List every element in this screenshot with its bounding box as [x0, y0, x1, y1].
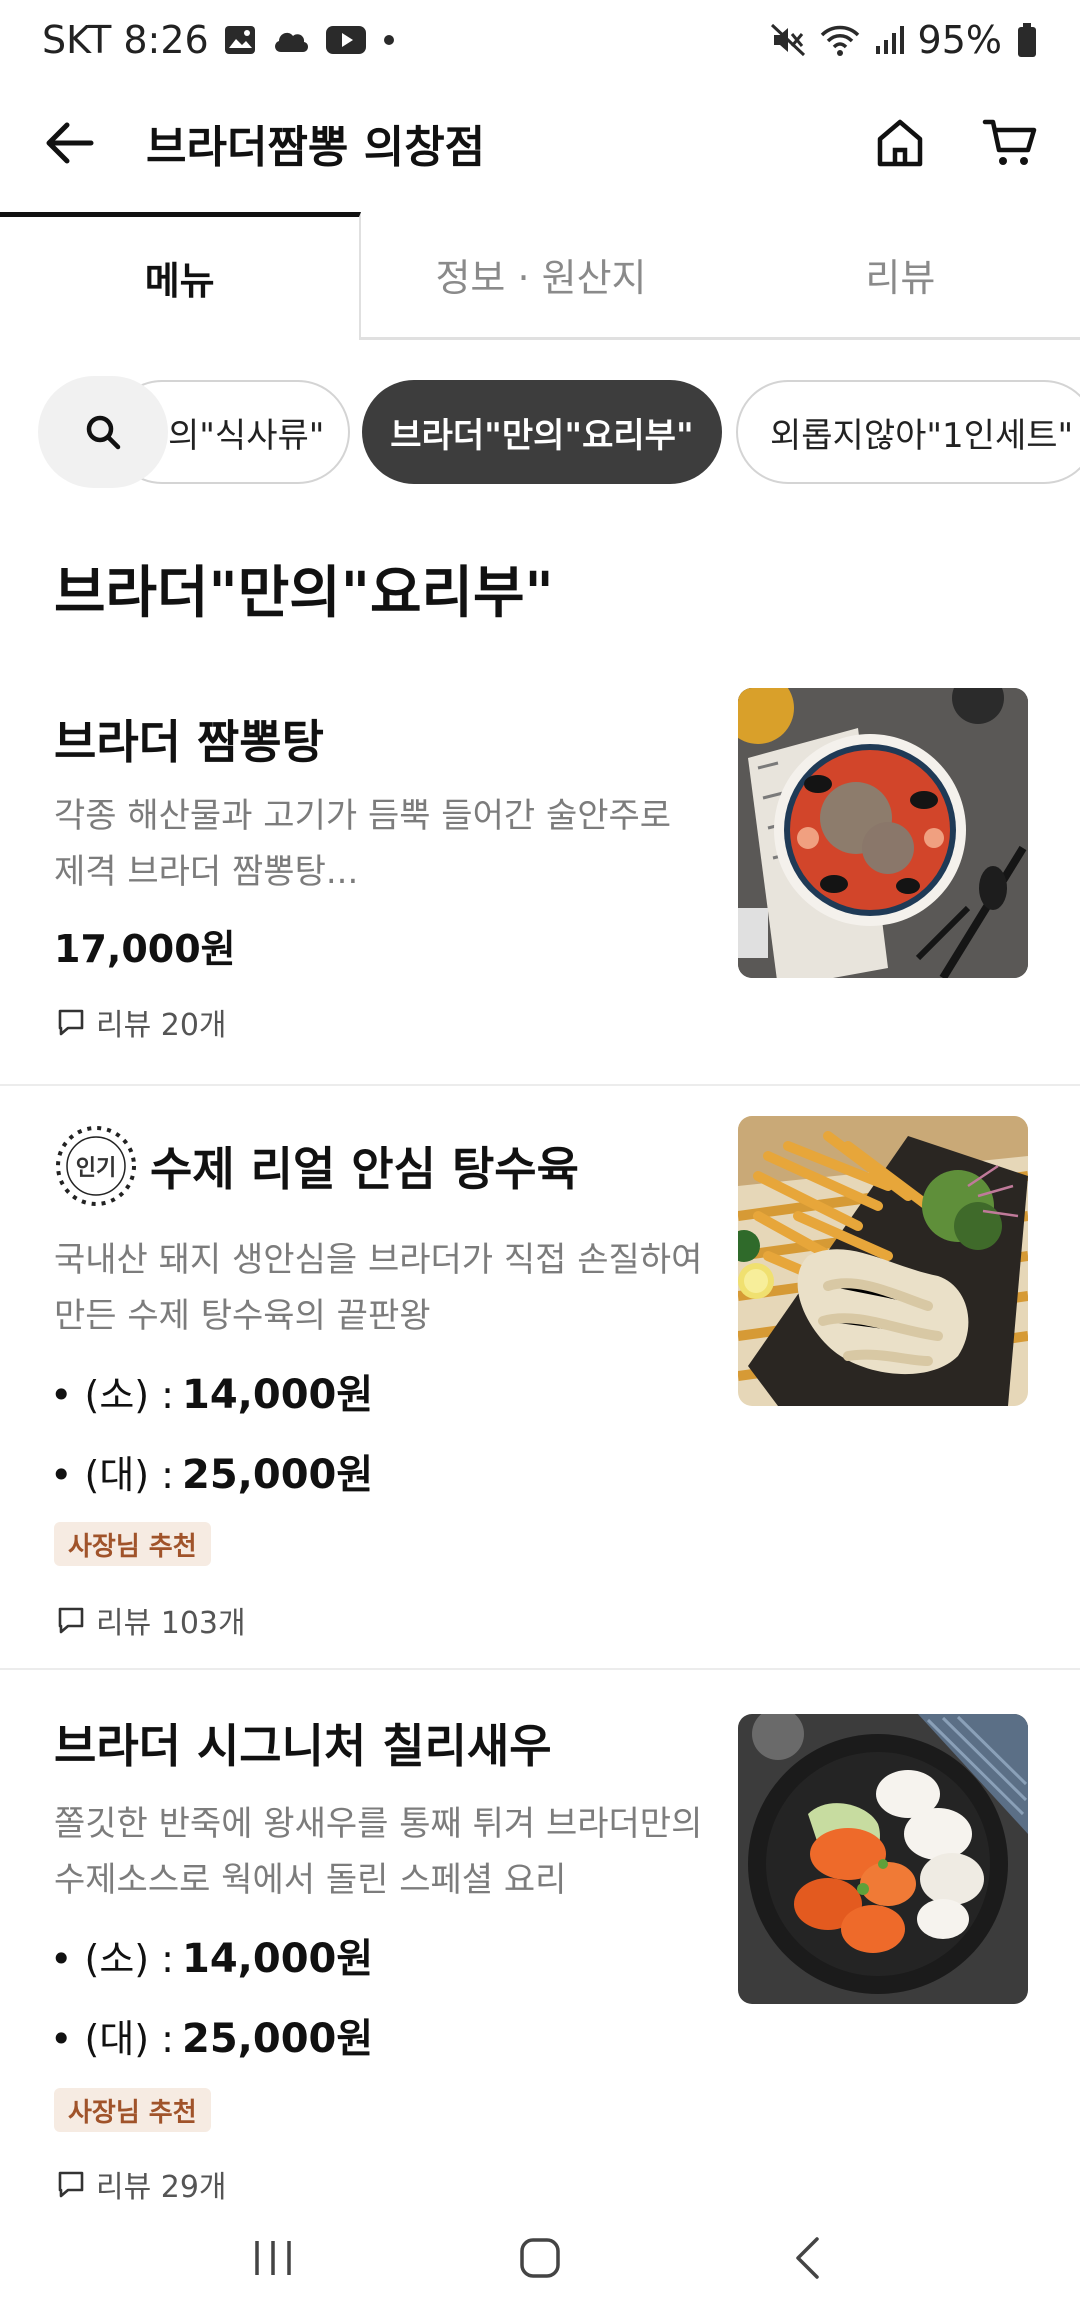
- menu-item-chili-shrimp[interactable]: 브라더 시그니처 칠리새우 쫄깃한 반죽에 왕새우를 통째 튀겨 브라더만의 수…: [0, 1708, 1080, 2205]
- item-name-row: 인기 수제 리얼 안심 탕수육: [54, 1124, 579, 1208]
- recent-apps-button[interactable]: [233, 2218, 313, 2298]
- item-photo: [738, 688, 1028, 978]
- tab-reviews[interactable]: 리뷰: [721, 212, 1080, 337]
- cloud-icon: [271, 26, 311, 54]
- option-large: • (대) : 25,000원: [50, 1442, 373, 1500]
- home-square-icon: [520, 2238, 560, 2278]
- system-nav-bar: [0, 2200, 1080, 2316]
- item-description: 쫄깃한 반죽에 왕새우를 통째 튀겨 브라더만의 수제소스로 웍에서 돌린 스페…: [54, 1796, 714, 1908]
- dot-icon: [381, 32, 397, 48]
- item-review-count: 리뷰 20개: [56, 1000, 227, 1044]
- option-size: • (소) :: [50, 1373, 174, 1417]
- popular-badge: 인기: [54, 1124, 138, 1208]
- item-description: 국내산 돼지 생안심을 브라더가 직접 손질하여 만든 수제 탕수육의 끝판왕: [54, 1232, 714, 1344]
- item-description-line: 수제소스로 웍에서 돌린 스페셜 요리: [54, 1860, 567, 1900]
- item-name: 브라더 시그니처 칠리새우: [54, 1719, 552, 1773]
- status-bar: SKT 8:26 95%: [0, 0, 1080, 80]
- chip-single-set[interactable]: 외롭지않아"1인세트": [736, 380, 1080, 484]
- tab-menu[interactable]: 메뉴: [0, 212, 362, 340]
- tab-bar: 메뉴 정보 · 원산지 리뷰: [0, 212, 1080, 340]
- item-review-count: 리뷰 103개: [56, 1598, 246, 1642]
- home-icon: [877, 119, 923, 166]
- chevron-left-icon: [795, 2237, 819, 2279]
- tab-info-origin[interactable]: 정보 · 원산지: [361, 212, 720, 337]
- cart-icon: [982, 119, 1037, 165]
- review-label: 리뷰 103개: [96, 1606, 246, 1641]
- menu-item-jjamppong-tang[interactable]: 브라더 짬뽕탕 각종 해산물과 고기가 듬뿍 들어간 술안주로 제격 브라더 짬…: [0, 688, 1080, 1084]
- option-size: • (대) :: [50, 2017, 174, 2061]
- arrow-left-icon: [46, 122, 94, 163]
- comment-icon: [58, 2171, 84, 2198]
- battery-icon: [1016, 22, 1038, 58]
- recent-apps-icon: [255, 2241, 292, 2275]
- owner-recommend-badge: 사장님 추천: [54, 1522, 211, 1566]
- chip-brother-dishes[interactable]: 브라더"만의"요리부": [362, 380, 722, 484]
- item-description-line: 국내산 돼지 생안심을 브라더가 직접 손질하여: [54, 1240, 703, 1280]
- home-nav-button[interactable]: [500, 2218, 580, 2298]
- item-photo: [738, 1116, 1028, 1406]
- option-size: • (소) :: [50, 1937, 174, 1981]
- wifi-icon: [820, 23, 860, 57]
- section-title: 브라더"만의"요리부": [54, 561, 554, 626]
- item-description-line: 제격 브라더 짬뽕탕...: [54, 852, 359, 892]
- option-price: 25,000원: [182, 2016, 374, 2062]
- item-name: 수제 리얼 안심 탕수육: [150, 1142, 579, 1196]
- item-description-line: 쫄깃한 반죽에 왕새우를 통째 튀겨 브라더만의: [54, 1804, 703, 1844]
- item-divider: [0, 1084, 1080, 1086]
- option-small: • (소) : 14,000원: [50, 1926, 373, 1984]
- search-button[interactable]: [38, 376, 168, 488]
- signal-icon: [874, 24, 904, 56]
- popular-badge-label: 인기: [75, 1156, 117, 1181]
- cart-button[interactable]: [980, 113, 1040, 173]
- category-chips: 의"식사류" 브라더"만의"요리부" 외롭지않아"1인세트": [0, 376, 1080, 488]
- item-description-line: 각종 해산물과 고기가 듬뿍 들어간 술안주로: [54, 796, 672, 836]
- page-title: 브라더짬뽕 의창점: [146, 121, 486, 173]
- menu-item-tangsuyuk[interactable]: 인기 수제 리얼 안심 탕수육 국내산 돼지 생안심을 브라더가 직접 손질하여…: [0, 1116, 1080, 1670]
- item-price: 17,000원: [54, 927, 236, 971]
- mute-icon: [770, 22, 806, 58]
- review-label: 리뷰 20개: [96, 1008, 227, 1043]
- option-price: 14,000원: [182, 1936, 374, 1982]
- status-time: SKT 8:26: [42, 18, 209, 62]
- owner-recommend-badge: 사장님 추천: [54, 2088, 211, 2132]
- comment-icon: [58, 1607, 84, 1634]
- item-description: 각종 해산물과 고기가 듬뿍 들어간 술안주로 제격 브라더 짬뽕탕...: [54, 788, 714, 900]
- back-button[interactable]: [40, 113, 100, 173]
- item-photo: [738, 1714, 1028, 2004]
- option-price: 14,000원: [182, 1372, 374, 1418]
- battery-percent: 95%: [917, 18, 1002, 62]
- home-button[interactable]: [870, 113, 930, 173]
- youtube-icon: [325, 25, 367, 55]
- option-size: • (대) :: [50, 1453, 174, 1497]
- option-small: • (소) : 14,000원: [50, 1362, 373, 1420]
- search-icon: [86, 415, 121, 450]
- option-price: 25,000원: [182, 1452, 374, 1498]
- comment-icon: [58, 1009, 84, 1036]
- item-divider: [0, 1668, 1080, 1670]
- item-name: 브라더 짬뽕탕: [54, 715, 324, 769]
- back-nav-button[interactable]: [767, 2218, 847, 2298]
- item-description-line: 만든 수제 탕수육의 끝판왕: [54, 1296, 431, 1336]
- app-header: 브라더짬뽕 의창점: [0, 80, 1080, 205]
- gallery-icon: [223, 24, 257, 56]
- option-large: • (대) : 25,000원: [50, 2006, 373, 2064]
